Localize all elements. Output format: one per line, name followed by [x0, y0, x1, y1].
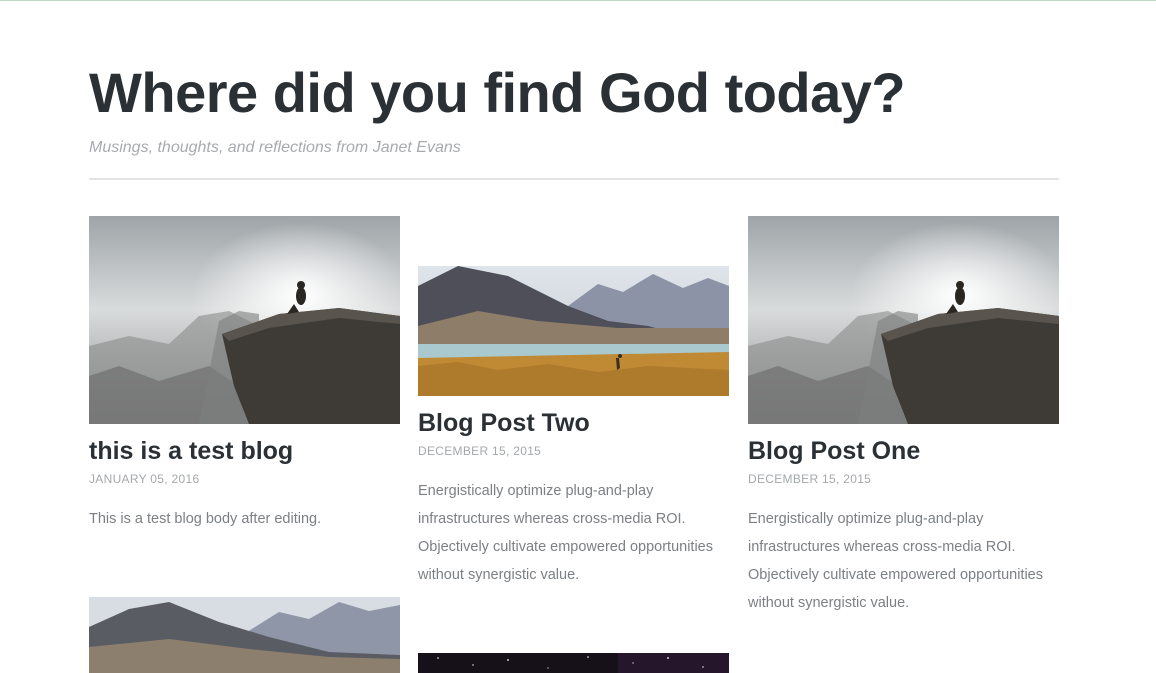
person-on-cliff-photo — [89, 216, 400, 424]
post-thumbnail-link[interactable] — [89, 216, 400, 424]
top-accent-line — [0, 0, 1156, 1]
post-thumbnail-link[interactable] — [89, 597, 400, 673]
post-excerpt: Energistically optimize plug-and-play in… — [748, 511, 1043, 611]
post-thumbnail-link[interactable] — [748, 216, 1059, 424]
post-title[interactable]: this is a test blog — [89, 436, 400, 466]
blog-post-card — [418, 653, 729, 673]
site-title[interactable]: Where did you find God today? — [89, 58, 1059, 128]
blog-post-card — [89, 597, 400, 673]
post-title[interactable]: Blog Post One — [748, 436, 1059, 466]
post-excerpt: This is a test blog body after editing. — [89, 511, 322, 527]
mountain-landscape-photo — [89, 597, 400, 673]
blog-post-card: Blog Post One DECEMBER 15, 2015 Energist… — [748, 216, 1059, 617]
post-excerpt: Energistically optimize plug-and-play in… — [418, 483, 713, 583]
post-title[interactable]: Blog Post Two — [418, 408, 729, 438]
header-divider — [89, 178, 1059, 180]
starry-night-photo — [418, 653, 729, 673]
post-date: JANUARY 05, 2016 — [89, 472, 200, 486]
blog-post-card: Blog Post Two DECEMBER 15, 2015 Energist… — [418, 266, 729, 589]
site-subtitle: Musings, thoughts, and reflections from … — [89, 139, 461, 156]
blog-post-card: this is a test blog JANUARY 05, 2016 Thi… — [89, 216, 400, 533]
person-on-cliff-photo — [748, 216, 1059, 424]
post-thumbnail-link[interactable] — [418, 653, 729, 673]
post-date: DECEMBER 15, 2015 — [748, 472, 872, 486]
mountain-lake-llama-photo — [418, 266, 729, 396]
post-date: DECEMBER 15, 2015 — [418, 444, 542, 458]
post-thumbnail-link[interactable] — [418, 266, 729, 396]
site-header: Where did you find God today? Musings, t… — [89, 58, 1059, 159]
